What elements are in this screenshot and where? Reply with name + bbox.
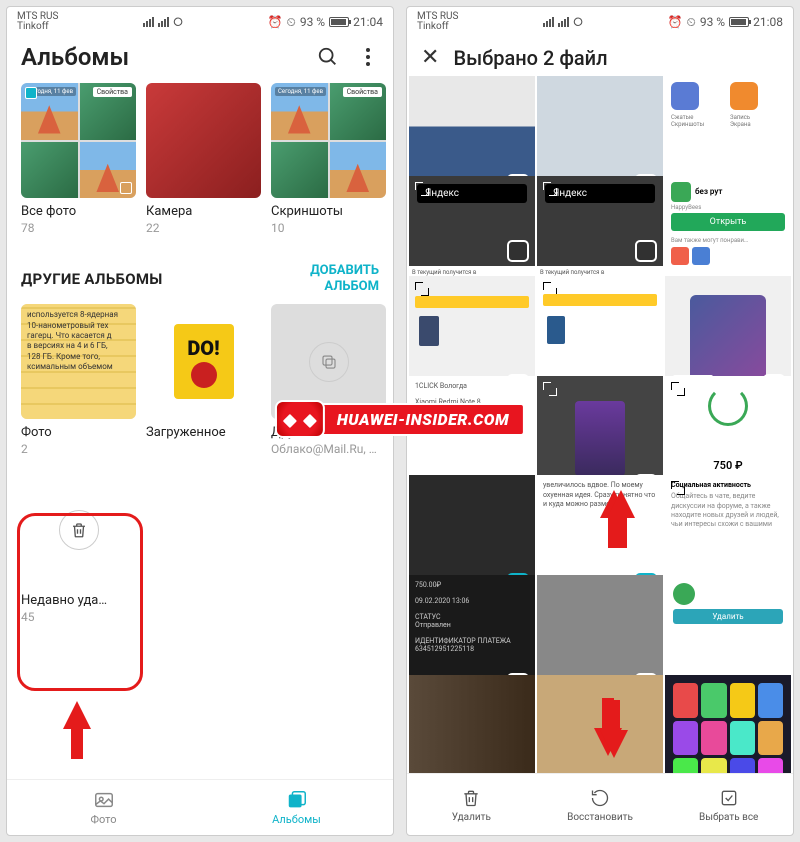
action-label: Удалить bbox=[452, 812, 491, 823]
battery-icon bbox=[329, 17, 349, 27]
expand-icon bbox=[543, 182, 557, 196]
album-name: Загруженное bbox=[146, 425, 261, 440]
add-album-link[interactable]: ДОБАВИТЬ АЛЬБОМ bbox=[310, 263, 379, 294]
carrier-2: Tinkoff bbox=[17, 22, 58, 32]
album-name: Фото bbox=[21, 425, 136, 440]
battery-icon bbox=[729, 17, 749, 27]
yandex-label: Яндекс bbox=[545, 184, 655, 203]
album-downloaded[interactable]: DO! Загруженное bbox=[146, 304, 261, 456]
source-watermark: HUAWEI-INSIDER.COM bbox=[275, 400, 525, 438]
signal-icon bbox=[143, 17, 154, 27]
action-select-all[interactable]: Выбрать все bbox=[664, 774, 793, 835]
date-badge: Сегодня, 11 фев bbox=[275, 87, 326, 96]
album-name: Недавно уда… bbox=[21, 593, 136, 608]
select-all-icon bbox=[718, 787, 740, 809]
tab-label: Альбомы bbox=[272, 813, 321, 826]
album-count: 10 bbox=[271, 221, 386, 235]
select-checkbox[interactable] bbox=[635, 240, 657, 262]
trash-icon bbox=[59, 510, 99, 550]
selection-header: ✕ Выбрано 2 файл bbox=[407, 37, 793, 76]
album-photo[interactable]: используется 8-ядерная10-нанометровый те… bbox=[21, 304, 136, 456]
close-button[interactable]: ✕ bbox=[421, 45, 439, 70]
album-screenshots[interactable]: Сегодня, 11 фев Свойства Скриншоты 10 bbox=[271, 83, 386, 235]
signal-icon-2 bbox=[558, 17, 569, 27]
action-label: Выбрать все bbox=[699, 812, 758, 823]
signal-icon-2 bbox=[158, 17, 169, 27]
expand-icon bbox=[543, 382, 557, 396]
album-count: 78 bbox=[21, 221, 136, 235]
alarm-icon: ⏰ bbox=[668, 15, 683, 29]
other-albums-row: используется 8-ядерная10-нанометровый те… bbox=[7, 300, 393, 464]
tab-albums[interactable]: Альбомы bbox=[200, 780, 393, 835]
alarm-icon: ⏰ bbox=[268, 15, 283, 29]
expand-icon bbox=[671, 382, 685, 396]
selection-title: Выбрано 2 файл bbox=[453, 46, 607, 70]
album-name: Скриншоты bbox=[271, 204, 386, 219]
gallery-item[interactable] bbox=[409, 675, 535, 773]
albums-header: Альбомы bbox=[7, 37, 393, 79]
huawei-logo-icon bbox=[275, 400, 325, 438]
select-checkbox[interactable] bbox=[507, 240, 529, 262]
signal-icon bbox=[543, 17, 554, 27]
top-albums-row: Сегодня, 11 фев Свойства Все фото 78 Кам… bbox=[7, 79, 393, 243]
tab-label: Фото bbox=[91, 813, 117, 826]
wifi-icon: ⭘ bbox=[173, 15, 183, 30]
wifi-icon: ⭘ bbox=[573, 15, 583, 30]
more-menu-button[interactable] bbox=[357, 46, 379, 68]
status-bar: MTS RUS Tinkoff ⭘ ⏰ ⏲ 93 % 21:04 bbox=[7, 7, 393, 37]
album-count: 2 bbox=[21, 442, 136, 456]
album-all-photos[interactable]: Сегодня, 11 фев Свойства Все фото 78 bbox=[21, 83, 136, 235]
expand-icon bbox=[671, 481, 685, 495]
carrier-2: Tinkoff bbox=[417, 22, 458, 32]
action-restore[interactable]: Восстановить bbox=[536, 774, 665, 835]
yandex-label: Яндекс bbox=[417, 184, 527, 203]
album-count: 45 bbox=[21, 610, 136, 624]
album-subtitle: Облако@Mail.Ru, … bbox=[271, 442, 386, 456]
properties-badge: Свойства bbox=[343, 87, 382, 97]
alarm-icon-2: ⏲ bbox=[686, 15, 695, 30]
checkbox-icon bbox=[25, 87, 37, 99]
album-recently-deleted[interactable]: Недавно уда… 45 bbox=[21, 472, 136, 624]
page-title: Альбомы bbox=[21, 43, 129, 71]
album-camera[interactable]: Камера 22 bbox=[146, 83, 261, 235]
bottom-tabs: Фото Альбомы bbox=[7, 779, 393, 835]
trash-icon bbox=[460, 787, 482, 809]
open-button: Открыть bbox=[671, 213, 785, 231]
bottom-actions: Удалить Восстановить Выбрать все bbox=[407, 773, 793, 835]
gallery-item[interactable] bbox=[537, 675, 663, 773]
annotation-arrow-up bbox=[63, 701, 91, 729]
action-delete[interactable]: Удалить bbox=[407, 774, 536, 835]
other-albums-section: ДРУГИЕ АЛЬБОМЫ ДОБАВИТЬ АЛЬБОМ bbox=[7, 243, 393, 300]
watermark-text: HUAWEI-INSIDER.COM bbox=[317, 403, 525, 436]
clock: 21:08 bbox=[753, 15, 783, 29]
restore-icon bbox=[589, 787, 611, 809]
battery-pct: 93 % bbox=[700, 15, 725, 29]
album-count: 22 bbox=[146, 221, 261, 235]
section-title: ДРУГИЕ АЛЬБОМЫ bbox=[21, 270, 163, 288]
checkbox-icon bbox=[120, 182, 132, 194]
alarm-icon-2: ⏲ bbox=[286, 15, 295, 30]
expand-icon bbox=[415, 282, 429, 296]
status-bar: MTS RUS Tinkoff ⭘ ⏰ ⏲ 93 % 21:08 bbox=[407, 7, 793, 37]
expand-icon bbox=[415, 182, 429, 196]
album-name: Камера bbox=[146, 204, 261, 219]
search-button[interactable] bbox=[317, 46, 339, 68]
battery-pct: 93 % bbox=[300, 15, 325, 29]
gallery-item[interactable] bbox=[665, 675, 791, 773]
action-label: Восстановить bbox=[567, 812, 633, 823]
album-name: Все фото bbox=[21, 204, 136, 219]
properties-badge: Свойства bbox=[93, 87, 132, 97]
tab-photo[interactable]: Фото bbox=[7, 780, 200, 835]
clock: 21:04 bbox=[353, 15, 383, 29]
